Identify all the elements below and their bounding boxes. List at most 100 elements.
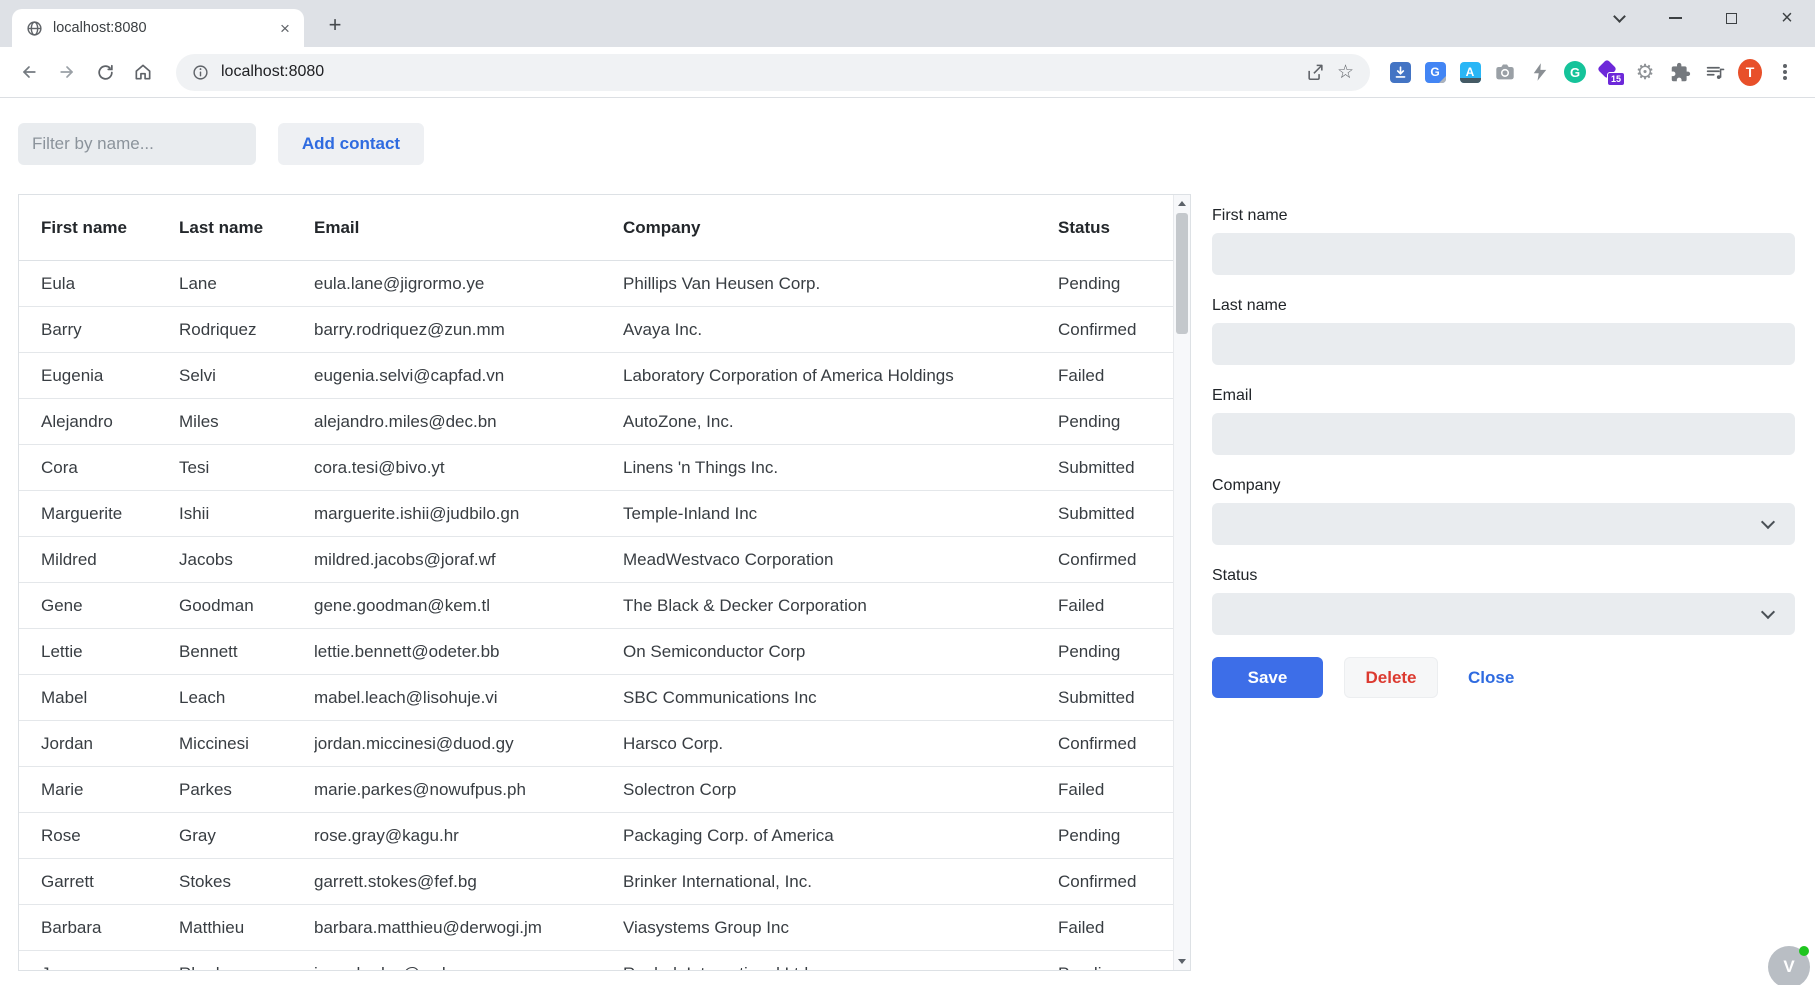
table-cell: Selvi bbox=[179, 366, 314, 386]
table-row[interactable]: MabelLeachmabel.leach@lisohuje.viSBC Com… bbox=[19, 675, 1190, 721]
table-row[interactable]: EulaLaneeula.lane@jigrormo.yePhillips Va… bbox=[19, 261, 1190, 307]
new-tab-button[interactable]: + bbox=[320, 10, 350, 40]
table-cell: Phillips Van Heusen Corp. bbox=[623, 274, 1058, 294]
contact-form: First nameLast nameEmailCompanyStatus Sa… bbox=[1212, 207, 1795, 698]
url-text[interactable]: localhost:8080 bbox=[221, 63, 324, 81]
site-info-icon[interactable] bbox=[192, 64, 209, 81]
last-name-input[interactable] bbox=[1212, 323, 1795, 365]
table-row[interactable]: LettieBennettlettie.bennett@odeter.bbOn … bbox=[19, 629, 1190, 675]
table-cell: Parkes bbox=[179, 780, 314, 800]
table-cell: eula.lane@jigrormo.ye bbox=[314, 274, 623, 294]
column-header[interactable]: Company bbox=[623, 218, 1058, 238]
table-row[interactable]: GarrettStokesgarrett.stokes@fef.bgBrinke… bbox=[19, 859, 1190, 905]
share-icon[interactable] bbox=[1306, 63, 1325, 82]
table-cell: Matthieu bbox=[179, 918, 314, 938]
company-select[interactable] bbox=[1212, 503, 1795, 545]
maximize-icon[interactable] bbox=[1703, 0, 1759, 36]
table-row[interactable]: MargueriteIshiimarguerite.ishii@judbilo.… bbox=[19, 491, 1190, 537]
save-button[interactable]: Save bbox=[1212, 657, 1323, 698]
table-row[interactable]: GeneGoodmangene.goodman@kem.tlThe Black … bbox=[19, 583, 1190, 629]
table-cell: Pending bbox=[1058, 642, 1190, 662]
table-cell: Brinker International, Inc. bbox=[623, 872, 1058, 892]
table-cell: Confirmed bbox=[1058, 550, 1190, 570]
address-bar[interactable]: localhost:8080 ☆ bbox=[176, 54, 1370, 91]
column-header[interactable]: Email bbox=[314, 218, 623, 238]
first-name-input[interactable] bbox=[1212, 233, 1795, 275]
table-cell: Bennett bbox=[179, 642, 314, 662]
table-cell: Viasystems Group Inc bbox=[623, 918, 1058, 938]
download-extension-icon[interactable] bbox=[1388, 60, 1412, 84]
table-cell: Failed bbox=[1058, 596, 1190, 616]
table-cell: Leach bbox=[179, 688, 314, 708]
table-cell: Jean bbox=[41, 964, 179, 972]
column-header[interactable]: Status bbox=[1058, 218, 1190, 238]
table-row[interactable]: RoseGrayrose.gray@kagu.hrPackaging Corp.… bbox=[19, 813, 1190, 859]
scrollbar-thumb[interactable] bbox=[1176, 213, 1188, 334]
column-header[interactable]: First name bbox=[41, 218, 179, 238]
forward-icon[interactable] bbox=[48, 53, 86, 91]
tab-strip: localhost:8080 × + × bbox=[0, 0, 1815, 47]
tab-close-icon[interactable]: × bbox=[274, 17, 296, 39]
gear-icon[interactable]: ⚙ bbox=[1633, 60, 1657, 84]
table-cell: Marie bbox=[41, 780, 179, 800]
profile-avatar[interactable]: T bbox=[1738, 60, 1762, 84]
table-row[interactable]: JeanRhodesjean.rhodes@wehovuce.guReebok … bbox=[19, 951, 1190, 971]
window-close-icon[interactable]: × bbox=[1759, 0, 1815, 36]
filter-input[interactable] bbox=[18, 123, 256, 165]
email-group: Email bbox=[1212, 387, 1795, 455]
table-row[interactable]: EugeniaSelvieugenia.selvi@capfad.vnLabor… bbox=[19, 353, 1190, 399]
media-queue-icon[interactable] bbox=[1703, 60, 1727, 84]
email-input[interactable] bbox=[1212, 413, 1795, 455]
table-row[interactable]: JordanMiccinesijordan.miccinesi@duod.gyH… bbox=[19, 721, 1190, 767]
table-cell: Submitted bbox=[1058, 688, 1190, 708]
contact-form-fields: First nameLast nameEmailCompanyStatus bbox=[1212, 207, 1795, 635]
column-header[interactable]: Last name bbox=[179, 218, 314, 238]
table-row[interactable]: MildredJacobsmildred.jacobs@joraf.wfMead… bbox=[19, 537, 1190, 583]
table-cell: garrett.stokes@fef.bg bbox=[314, 872, 623, 892]
table-cell: Garrett bbox=[41, 872, 179, 892]
table-cell: Reebok International Ltd. bbox=[623, 964, 1058, 972]
table-header-row: First nameLast nameEmailCompanyStatus bbox=[19, 195, 1190, 261]
education-extension-icon[interactable]: 15 bbox=[1598, 60, 1622, 84]
back-icon[interactable] bbox=[10, 53, 48, 91]
table-cell: Submitted bbox=[1058, 504, 1190, 524]
lightning-extension-icon[interactable] bbox=[1528, 60, 1552, 84]
table-row[interactable]: BarryRodriquezbarry.rodriquez@zun.mmAvay… bbox=[19, 307, 1190, 353]
browser-window: localhost:8080 × + × localhost:8080 bbox=[0, 0, 1815, 98]
camera-extension-icon[interactable] bbox=[1493, 60, 1517, 84]
table-row[interactable]: BarbaraMatthieubarbara.matthieu@derwogi.… bbox=[19, 905, 1190, 951]
delete-button[interactable]: Delete bbox=[1344, 657, 1438, 698]
scroll-up-icon[interactable] bbox=[1174, 195, 1190, 212]
table-cell: Pending bbox=[1058, 826, 1190, 846]
minimize-icon[interactable] bbox=[1647, 0, 1703, 36]
table-row[interactable]: AlejandroMilesalejandro.miles@dec.bnAuto… bbox=[19, 399, 1190, 445]
browser-menu-icon[interactable] bbox=[1773, 60, 1797, 84]
table-cell: jean.rhodes@wehovuce.gu bbox=[314, 964, 623, 972]
table-cell: SBC Communications Inc bbox=[623, 688, 1058, 708]
table-cell: Solectron Corp bbox=[623, 780, 1058, 800]
close-button[interactable]: Close bbox=[1468, 668, 1514, 688]
table-cell: alejandro.miles@dec.bn bbox=[314, 412, 623, 432]
browser-tab[interactable]: localhost:8080 × bbox=[12, 9, 304, 47]
email-label: Email bbox=[1212, 387, 1795, 405]
extension-badge: 15 bbox=[1607, 72, 1625, 86]
table-row[interactable]: MarieParkesmarie.parkes@nowufpus.phSolec… bbox=[19, 767, 1190, 813]
home-icon[interactable] bbox=[124, 53, 162, 91]
puzzle-extensions-icon[interactable] bbox=[1668, 60, 1692, 84]
status-label: Status bbox=[1212, 567, 1795, 585]
table-scrollbar[interactable] bbox=[1173, 195, 1190, 970]
reload-icon[interactable] bbox=[86, 53, 124, 91]
translate-extension-icon[interactable]: G bbox=[1423, 60, 1447, 84]
bookmark-star-icon[interactable]: ☆ bbox=[1337, 61, 1354, 84]
status-select[interactable] bbox=[1212, 593, 1795, 635]
table-row[interactable]: CoraTesicora.tesi@bivo.ytLinens 'n Thing… bbox=[19, 445, 1190, 491]
scroll-down-icon[interactable] bbox=[1174, 953, 1190, 970]
tab-search-chevron-icon[interactable] bbox=[1591, 0, 1647, 36]
table-cell: Tesi bbox=[179, 458, 314, 478]
grammarly-extension-icon[interactable]: G bbox=[1563, 60, 1587, 84]
table-cell: Confirmed bbox=[1058, 734, 1190, 754]
table-cell: gene.goodman@kem.tl bbox=[314, 596, 623, 616]
add-contact-button[interactable]: Add contact bbox=[278, 123, 424, 165]
overlay-widget-badge[interactable]: V bbox=[1768, 946, 1810, 985]
keyboard-extension-icon[interactable]: A bbox=[1458, 60, 1482, 84]
